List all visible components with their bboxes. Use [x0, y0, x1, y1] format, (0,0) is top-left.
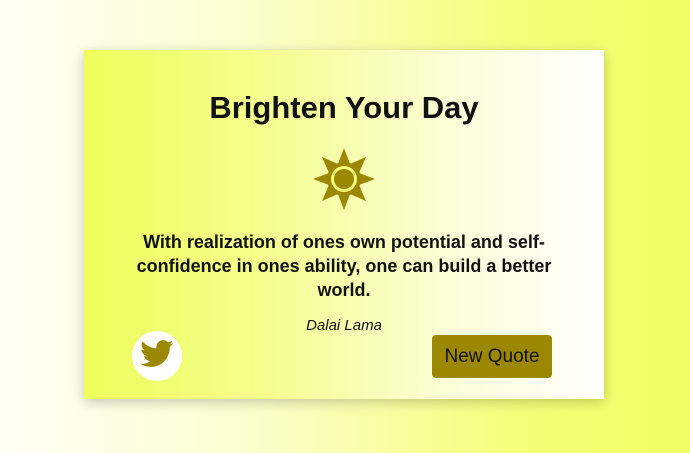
quote-card: Brighten Your Day With realization of on… [84, 50, 604, 399]
new-quote-button[interactable]: New Quote [432, 335, 552, 378]
quote-text: With realization of ones own potential a… [136, 232, 552, 300]
twitter-icon [140, 339, 174, 373]
page-title: Brighten Your Day [209, 90, 479, 125]
tweet-button[interactable] [132, 331, 182, 381]
sun-icon [311, 146, 377, 212]
